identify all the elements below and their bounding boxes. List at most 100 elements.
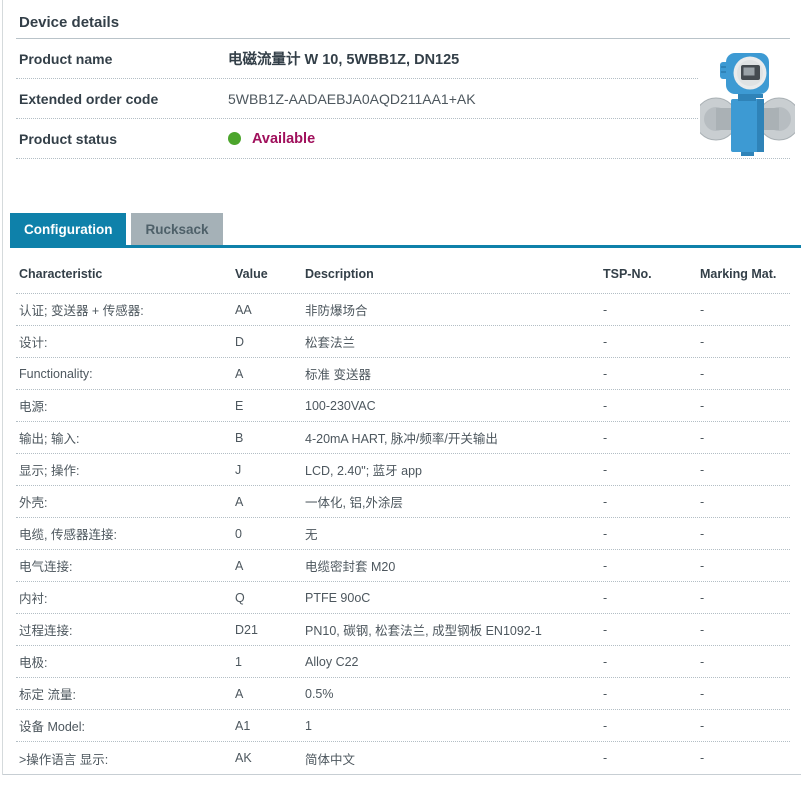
cell-characteristic: 电缆, 传感器连接: — [19, 528, 117, 542]
product-name-label: Product name — [19, 50, 113, 67]
cell-value: E — [235, 398, 244, 413]
extended-order-code-row: Extended order code 5WBB1Z-AADAEBJA0AQD2… — [16, 79, 698, 119]
configuration-table: Characteristic Value Description TSP-No.… — [3, 248, 801, 775]
cell-value: A — [235, 494, 244, 509]
cell-value: D21 — [235, 622, 258, 637]
cell-description: PN10, 碳钢, 松套法兰, 成型钢板 EN1092-1 — [305, 624, 542, 638]
cell-description: 4-20mA HART, 脉冲/频率/开关输出 — [305, 432, 498, 446]
cell-value: A — [235, 558, 244, 573]
tab-configuration[interactable]: Configuration — [10, 213, 127, 245]
cell-characteristic: 标定 流量: — [19, 688, 76, 702]
table-row: 显示; 操作: J LCD, 2.40"; 蓝牙 app - - — [16, 454, 790, 486]
cell-characteristic: 显示; 操作: — [19, 464, 80, 478]
cell-description: 1 — [305, 718, 312, 733]
cell-marking-mat: - — [700, 398, 705, 413]
cell-description: 简体中文 — [305, 752, 356, 767]
cell-marking-mat: - — [700, 526, 705, 541]
cell-characteristic: 电极: — [19, 656, 48, 670]
cell-value: B — [235, 430, 244, 445]
table-row: 电极: 1 Alloy C22 - - — [16, 646, 790, 678]
cell-description: PTFE 90oC — [305, 590, 371, 605]
extended-order-code-label: Extended order code — [19, 90, 159, 107]
cell-description: 100-230VAC — [305, 398, 376, 413]
cell-marking-mat: - — [700, 654, 705, 669]
table-row: Functionality: A 标准 变送器 - - — [16, 358, 790, 390]
table-row: 电缆, 传感器连接: 0 无 - - — [16, 518, 790, 550]
cell-marking-mat: - — [700, 494, 705, 509]
cell-tsp-no: - — [603, 654, 608, 669]
cell-tsp-no: - — [603, 590, 608, 605]
table-row: 电气连接: A 电缆密封套 M20 - - — [16, 550, 790, 582]
cell-marking-mat: - — [700, 334, 705, 349]
cell-value: A1 — [235, 718, 251, 733]
header-description: Description — [305, 267, 374, 281]
cell-value: J — [235, 462, 242, 477]
cell-marking-mat: - — [700, 366, 705, 381]
cell-value: Q — [235, 590, 245, 605]
cell-description: 松套法兰 — [305, 336, 356, 350]
product-status-value: Available — [228, 131, 315, 147]
cell-marking-mat: - — [700, 462, 705, 477]
cell-tsp-no: - — [603, 494, 608, 509]
cell-description: 电缆密封套 M20 — [305, 560, 396, 574]
cell-characteristic: 过程连接: — [19, 624, 73, 638]
product-status-label: Product status — [19, 130, 118, 147]
table-row: 电源: E 100-230VAC - - — [16, 390, 790, 422]
cell-characteristic: 输出; 输入: — [19, 432, 80, 446]
cell-value: AK — [235, 751, 252, 765]
cell-description: 一体化, 铝,外涂层 — [305, 496, 403, 510]
tab-bar: Configuration Rucksack — [10, 213, 223, 245]
table-row: >操作语言 显示: AK 简体中文 - - — [16, 742, 790, 774]
cell-value: 0 — [235, 526, 242, 541]
product-name-row: Product name 电磁流量计 W 10, 5WBB1Z, DN125 — [16, 39, 698, 79]
cell-tsp-no: - — [603, 334, 608, 349]
cell-marking-mat: - — [700, 430, 705, 445]
table-row: 外壳: A 一体化, 铝,外涂层 - - — [16, 486, 790, 518]
cell-characteristic: 电气连接: — [19, 560, 73, 574]
cell-tsp-no: - — [603, 622, 608, 637]
table-row: 设计: D 松套法兰 - - — [16, 326, 790, 358]
cell-marking-mat: - — [700, 622, 705, 637]
product-name-cn: 电磁流量计 — [228, 52, 301, 68]
table-header-row: Characteristic Value Description TSP-No.… — [16, 248, 790, 294]
cell-tsp-no: - — [603, 430, 608, 445]
cell-marking-mat: - — [700, 686, 705, 701]
table-row: 过程连接: D21 PN10, 碳钢, 松套法兰, 成型钢板 EN1092-1 - - — [16, 614, 790, 646]
cell-characteristic: 认证; 变送器 + 传感器: — [19, 304, 144, 318]
cell-tsp-no: - — [603, 751, 608, 765]
cell-tsp-no: - — [603, 398, 608, 413]
table-row: 认证; 变送器 + 传感器: AA 非防爆场合 - - — [16, 294, 790, 326]
product-name-rest: W 10, 5WBB1Z, DN125 — [300, 52, 460, 68]
tab-rucksack[interactable]: Rucksack — [131, 213, 223, 245]
device-viewer-page: Device details Product name 电磁流量计 W 10, … — [0, 0, 801, 792]
cell-marking-mat: - — [700, 590, 705, 605]
header-tsp-no: TSP-No. — [603, 267, 652, 281]
cell-description: 0.5% — [305, 686, 334, 701]
cell-marking-mat: - — [700, 558, 705, 573]
cell-value: D — [235, 334, 245, 349]
cell-tsp-no: - — [603, 366, 608, 381]
cell-marking-mat: - — [700, 751, 705, 765]
cell-tsp-no: - — [603, 302, 608, 317]
cell-tsp-no: - — [603, 718, 608, 733]
header-characteristic: Characteristic — [19, 267, 103, 281]
device-details-section: Device details Product name 电磁流量计 W 10, … — [3, 0, 801, 159]
table-row: 输出; 输入: B 4-20mA HART, 脉冲/频率/开关输出 - - — [16, 422, 790, 454]
table-row: 设备 Model: A1 1 - - — [16, 710, 790, 742]
product-status-row: Product status Available — [16, 119, 790, 159]
product-image-flowmeter-icon — [700, 53, 795, 156]
header-value: Value — [235, 267, 268, 281]
cell-tsp-no: - — [603, 462, 608, 477]
product-name-value: 电磁流量计 W 10, 5WBB1Z, DN125 — [228, 48, 459, 69]
cell-description: 标准 变送器 — [305, 368, 371, 382]
cell-characteristic: Functionality: — [19, 366, 93, 381]
cell-tsp-no: - — [603, 558, 608, 573]
device-details-title: Device details — [16, 14, 790, 39]
extended-order-code-value: 5WBB1Z-AADAEBJA0AQD211AA1+AK — [228, 90, 476, 107]
cell-description: 非防爆场合 — [305, 304, 368, 318]
table-row: 内衬: Q PTFE 90oC - - — [16, 582, 790, 614]
cell-value: A — [235, 366, 244, 381]
cell-characteristic: 内衬: — [19, 592, 48, 606]
cell-value: AA — [235, 302, 252, 317]
cell-value: 1 — [235, 654, 242, 669]
